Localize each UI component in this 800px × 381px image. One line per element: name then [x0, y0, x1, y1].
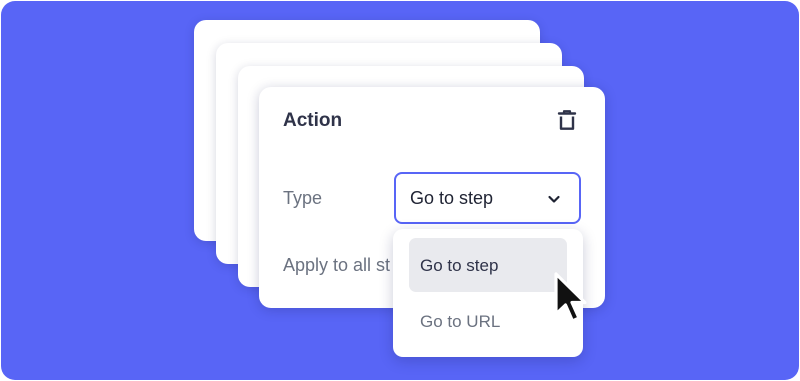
type-label: Type: [283, 188, 323, 208]
option-go-to-url[interactable]: Go to URL: [409, 294, 567, 348]
mouse-pointer-icon: [554, 272, 587, 323]
type-select-value: Go to step: [410, 188, 494, 208]
option-label: Go to URL: [420, 312, 501, 331]
trash-icon: [557, 110, 577, 130]
apply-to-all-label: Apply to all st: [283, 255, 391, 275]
option-label: Go to step: [420, 256, 499, 275]
card-title: Action: [283, 110, 343, 131]
option-go-to-step[interactable]: Go to step: [409, 238, 567, 292]
delete-button[interactable]: [555, 108, 579, 132]
type-select[interactable]: Go to step: [394, 172, 581, 224]
chevron-down-icon: [548, 195, 560, 203]
